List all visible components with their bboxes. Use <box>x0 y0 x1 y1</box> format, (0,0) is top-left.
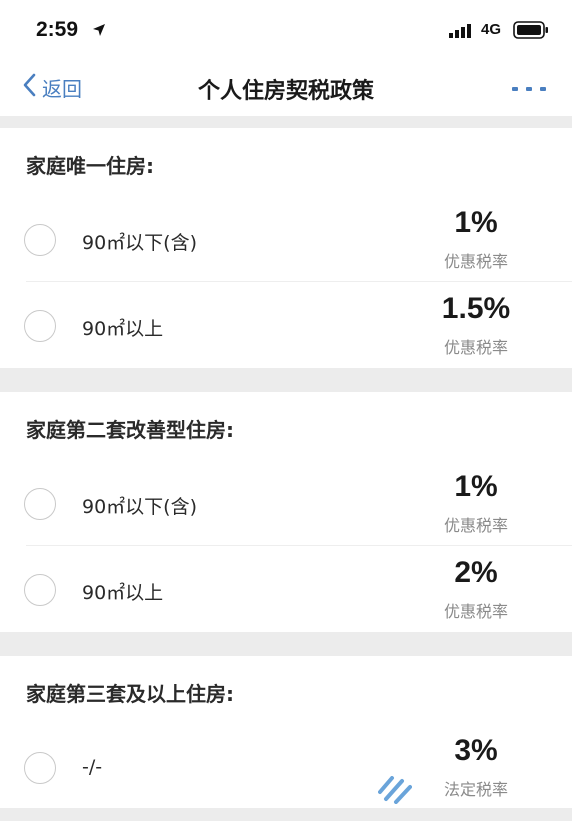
rate-type-label: 优惠税率 <box>443 252 508 271</box>
option-label: 90㎡以上 <box>82 318 164 340</box>
option-label: 90㎡以下(含) <box>82 496 198 518</box>
location-arrow-icon <box>92 22 106 41</box>
navigation-bar: 返回 个人住房契税政策 <box>0 60 572 116</box>
rate-type-label: 优惠税率 <box>443 338 508 357</box>
option-label: -/- <box>82 756 103 778</box>
option-row[interactable]: 90㎡以下(含) 1% 优惠税率 <box>0 460 572 544</box>
section-only-home: 家庭唯一住房: 90㎡以下(含) 1% 优惠税率 90㎡以上 1.5% 优惠税率 <box>0 128 572 368</box>
option-label: 90㎡以下(含) <box>82 232 198 254</box>
radio-button[interactable] <box>24 310 56 342</box>
page-title: 个人住房契税政策 <box>197 79 374 104</box>
more-icon[interactable] <box>512 82 546 96</box>
battery-icon <box>513 21 549 43</box>
rate-type-label: 法定税率 <box>443 780 508 799</box>
section-second-home: 家庭第二套改善型住房: 90㎡以下(含) 1% 优惠税率 90㎡以上 2% 优惠… <box>0 392 572 632</box>
section-heading: 家庭唯一住房: <box>26 154 154 178</box>
radio-button[interactable] <box>24 224 56 256</box>
option-label: 90㎡以上 <box>82 582 164 604</box>
signal-icon <box>449 23 475 42</box>
tax-rate: 1% <box>454 206 498 239</box>
tax-rate: 1.5% <box>441 292 511 325</box>
radio-button[interactable] <box>24 574 56 606</box>
watermark-logo-icon <box>376 772 414 810</box>
tax-rate: 3% <box>454 734 498 767</box>
section-heading: 家庭第三套及以上住房: <box>26 682 234 706</box>
network-type: 4G <box>481 21 502 38</box>
radio-button[interactable] <box>24 488 56 520</box>
option-row[interactable]: 90㎡以上 2% 优惠税率 <box>0 546 572 630</box>
rate-type-label: 优惠税率 <box>443 516 508 535</box>
option-row[interactable]: 90㎡以下(含) 1% 优惠税率 <box>0 196 572 280</box>
status-bar: 2:59 4G <box>0 0 572 60</box>
tax-rate: 1% <box>454 470 498 503</box>
rate-type-label: 优惠税率 <box>443 602 508 621</box>
section-third-home: 家庭第三套及以上住房: -/- 3% 法定税率 <box>0 656 572 808</box>
radio-button[interactable] <box>24 752 56 784</box>
option-row[interactable]: 90㎡以上 1.5% 优惠税率 <box>0 282 572 366</box>
option-row[interactable]: -/- 3% 法定税率 <box>0 724 572 808</box>
tax-rate: 2% <box>454 556 498 589</box>
section-heading: 家庭第二套改善型住房: <box>26 418 234 442</box>
status-time: 2:59 <box>36 18 79 41</box>
